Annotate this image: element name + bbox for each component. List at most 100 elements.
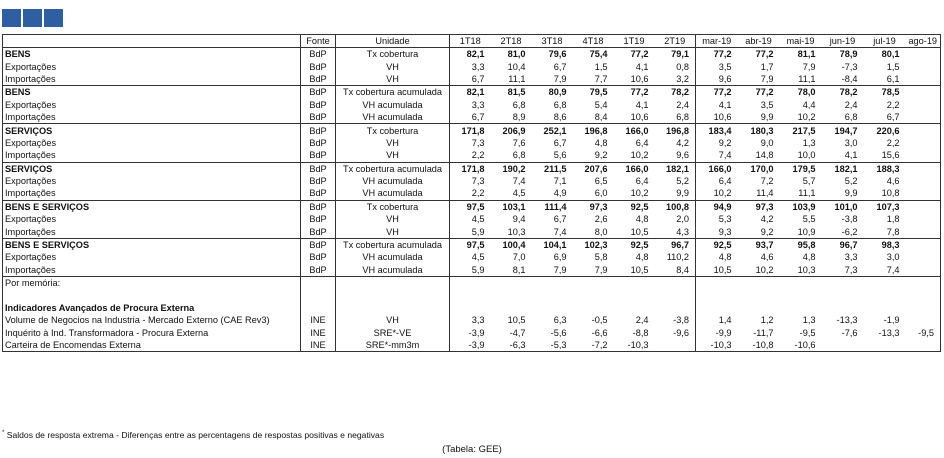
row-fonte: BdP — [300, 263, 336, 277]
row-label: BENS E SERVIÇOS — [2, 199, 301, 214]
row-value: 77,2 — [695, 85, 738, 99]
row-fonte: BdP — [300, 199, 336, 214]
empty-cell — [738, 302, 780, 314]
row-value: 3,3 — [844, 252, 858, 263]
row-value: 220,6 — [863, 123, 906, 137]
memo-subtitle-row: Indicadores Avançados de Procura Externa — [2, 301, 941, 315]
row-value: 10,8 — [881, 188, 900, 199]
table-row: Carteira de Encomendas Externa INE SRE*-mm… — [2, 338, 941, 353]
row-value: 8,9 — [512, 112, 526, 123]
trade-indicators-table: Fonte Unidade 1T18 2T18 3T18 4T18 1T19 2T19 mar-… — [2, 34, 941, 353]
row-value: 9,0 — [760, 137, 774, 148]
row-unidade: VH acumulada — [335, 251, 450, 264]
table-header: Fonte Unidade 1T18 2T18 3T18 4T18 1T19 2T19 mar-… — [2, 34, 941, 48]
row-value: 166,0 — [613, 123, 655, 137]
row-value: 7,8 — [886, 226, 900, 237]
row-value: 110,2 — [666, 252, 689, 263]
row-value: 103,9 — [779, 199, 822, 214]
empty-cell — [491, 289, 532, 301]
empty-cell — [695, 289, 738, 302]
empty-cell — [655, 302, 696, 314]
row-value: 15,6 — [881, 150, 900, 161]
row-value: 6,7 — [553, 214, 567, 225]
row-value: 10,2 — [630, 188, 649, 199]
row-value: 77,2 — [630, 49, 649, 60]
row-value: 170,0 — [737, 161, 780, 175]
row-value: 92,5 — [613, 199, 655, 214]
row-unidade: Tx cobertura — [335, 199, 450, 214]
row-value — [905, 98, 941, 111]
row-value: 10,5 — [630, 264, 649, 275]
row-unidade: SRE*-VE — [335, 326, 450, 339]
row-value: 7,4 — [886, 264, 900, 275]
row-value: 6,9 — [553, 252, 567, 263]
table-row: Exportações BdP VH 7,3 7,6 6,7 4,8 6,4 4,2 9,2 9,0… — [2, 136, 941, 150]
row-value: 10,6 — [695, 110, 738, 124]
empty-cell — [864, 289, 906, 301]
row-value: 100,8 — [654, 199, 696, 214]
row-value — [905, 338, 941, 353]
row-value: -8,4 — [841, 73, 858, 84]
row-fonte: BdP — [300, 136, 336, 150]
row-unidade: VH — [335, 213, 450, 226]
row-value: 10,5 — [695, 263, 738, 277]
row-value: -13,3 — [878, 327, 900, 338]
empty-cell — [821, 276, 864, 290]
table-row: BENS E SERVIÇOS BdP Tx cobertura 97,5 103,1 1… — [2, 199, 941, 214]
row-value: 4,1 — [635, 61, 649, 72]
row-value: 6,1 — [886, 73, 900, 84]
row-label: Exportações — [2, 136, 301, 150]
row-fonte: BdP — [300, 174, 336, 188]
row-value: 107,3 — [863, 199, 906, 214]
memo-spacer-row — [2, 289, 941, 302]
row-unidade: VH — [335, 136, 450, 150]
row-value: -9,9 — [695, 326, 738, 339]
logo-block — [23, 9, 42, 27]
row-value: 4,8 — [802, 252, 816, 263]
row-value: 188,3 — [863, 161, 906, 175]
footnote-text: Saldos de resposta extrema - Diferenças … — [6, 430, 385, 440]
row-value — [905, 47, 941, 61]
row-value: 7,0 — [512, 252, 526, 263]
row-label: Importações — [2, 110, 301, 124]
row-value: -10,8 — [737, 338, 780, 353]
row-value — [821, 338, 864, 353]
row-value: -6,3 — [490, 338, 532, 353]
row-unidade: Tx cobertura — [335, 123, 450, 137]
table-row: BENS E SERVIÇOS BdP Tx cobertura acumulada… — [2, 237, 941, 252]
header-unidade: Unidade — [335, 34, 450, 48]
empty-cell — [695, 276, 738, 290]
logo-block — [2, 9, 21, 27]
row-value: -7,3 — [841, 61, 858, 72]
gee-logo — [2, 9, 63, 27]
row-value: -13,3 — [836, 315, 858, 326]
row-value: 10,0 — [797, 150, 816, 161]
row-label: Exportações — [2, 251, 301, 264]
row-fonte: BdP — [300, 47, 336, 61]
empty-cell — [780, 302, 822, 314]
row-value: 5,2 — [844, 176, 858, 187]
row-value: 9,4 — [512, 214, 526, 225]
row-value: 5,4 — [594, 99, 608, 110]
row-value: 8,4 — [676, 264, 689, 275]
row-value: -9,6 — [673, 327, 689, 338]
row-value — [905, 314, 941, 327]
row-value: 7,4 — [512, 176, 526, 187]
row-value: 3,5 — [695, 60, 738, 73]
row-value: 2,4 — [844, 99, 858, 110]
row-value: 79,1 — [671, 49, 689, 60]
row-value: -9,5 — [799, 327, 816, 338]
row-value: 166,0 — [613, 161, 655, 175]
row-fonte: BdP — [300, 85, 336, 99]
row-value: 5,2 — [676, 176, 689, 187]
row-value: 10,6 — [630, 73, 649, 84]
row-value: 81,0 — [507, 49, 526, 60]
row-value: -3,9 — [449, 338, 491, 353]
row-value: 2,0 — [676, 214, 689, 225]
row-value: 9,9 — [844, 188, 858, 199]
table-row: Importações BdP VH acumulada 5,9 8,1 7,9 7,9 10… — [2, 263, 941, 277]
table-row: Importações BdP VH 2,2 6,8 5,6 9,2 10,2 9,6 7,4 14… — [2, 149, 941, 163]
header-period: jun-19 — [821, 34, 864, 48]
row-value: 10,2 — [797, 112, 816, 123]
empty-cell — [573, 302, 614, 314]
